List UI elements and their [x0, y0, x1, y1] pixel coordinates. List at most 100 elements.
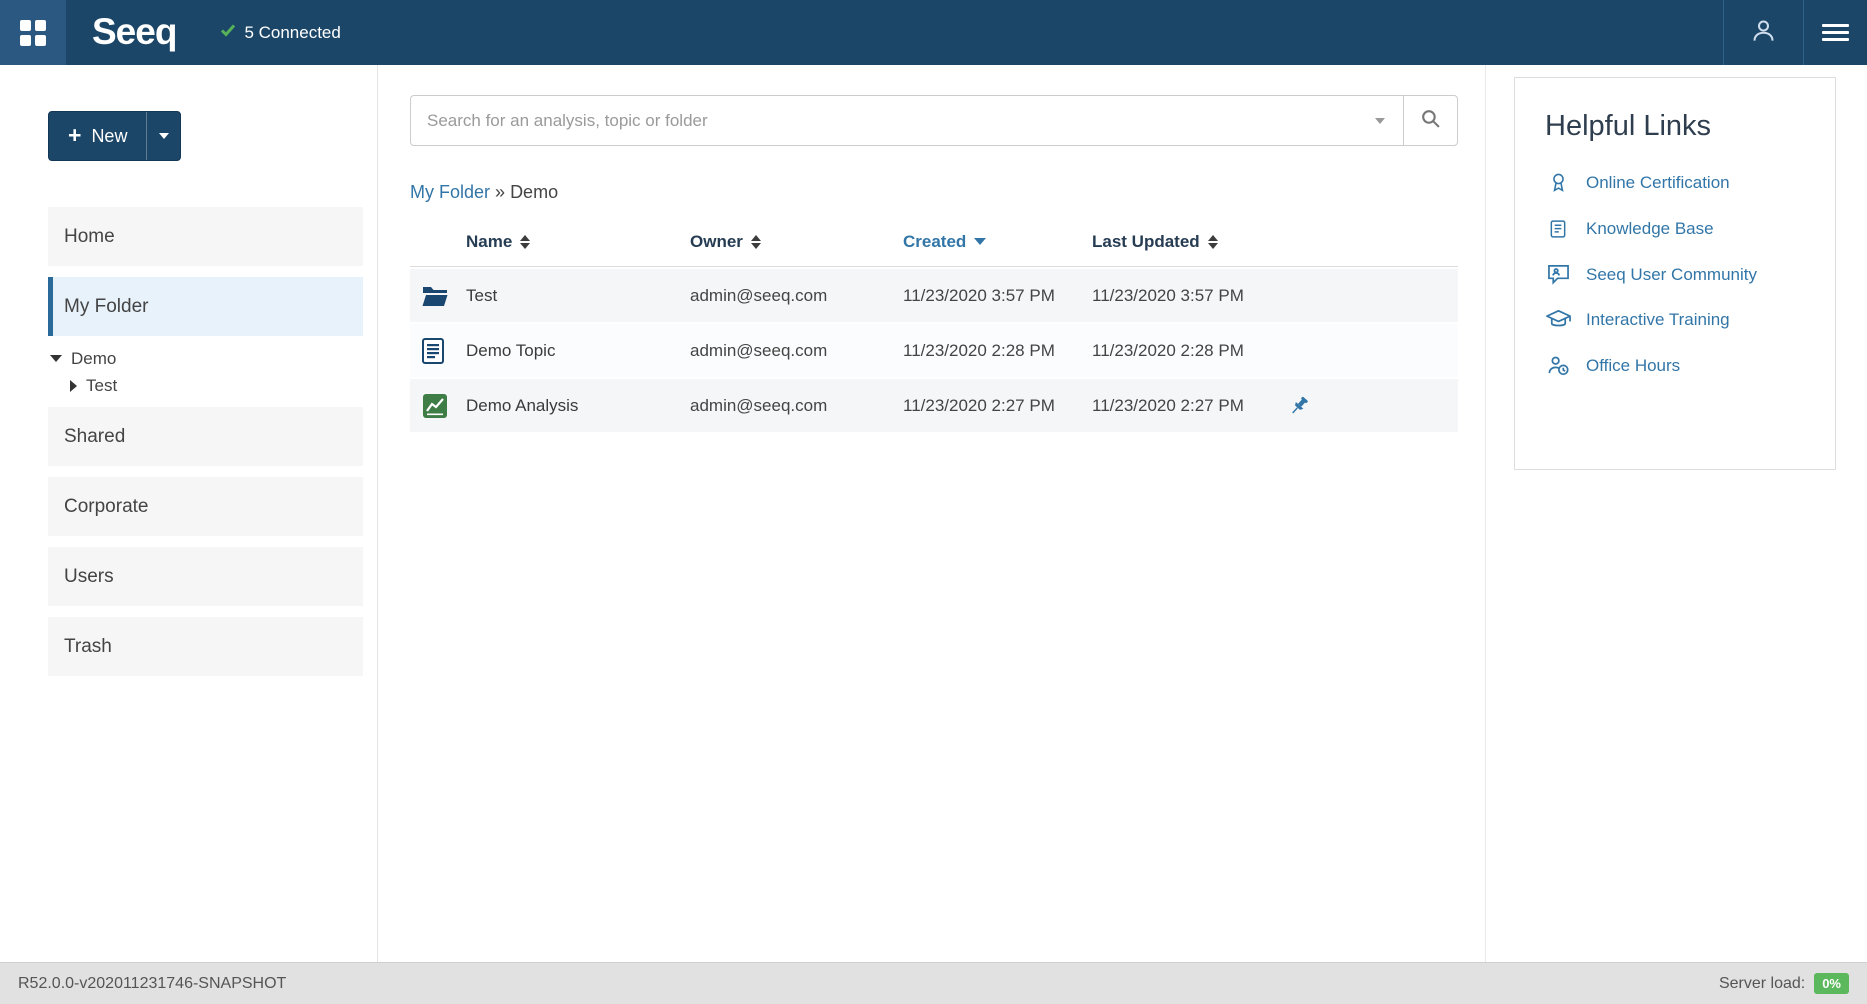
- main-menu-button[interactable]: [1803, 0, 1867, 65]
- seeq-logo[interactable]: Seeq: [92, 0, 176, 65]
- app-grid-icon: [20, 20, 46, 46]
- sidebar-item-home[interactable]: Home: [48, 207, 363, 266]
- item-owner: admin@seeq.com: [690, 396, 903, 416]
- chevron-down-icon[interactable]: [50, 355, 62, 362]
- helpful-links-panel: Helpful Links Online Certification Knowl…: [1514, 77, 1836, 470]
- version-label: R52.0.0-v202011231746-SNAPSHOT: [18, 975, 286, 993]
- server-load-badge: 0%: [1814, 973, 1849, 994]
- link-knowledge-base[interactable]: Knowledge Base: [1545, 218, 1815, 240]
- check-icon: [220, 22, 236, 43]
- sidebar-item-trash[interactable]: Trash: [48, 617, 363, 676]
- items-table: Name Owner Created Last Updated: [410, 217, 1458, 432]
- new-button-label: New: [91, 126, 127, 147]
- sidebar-item-label: My Folder: [64, 296, 148, 318]
- user-icon: [1750, 17, 1777, 49]
- knowledge-base-icon: [1545, 218, 1571, 240]
- item-owner: admin@seeq.com: [690, 341, 903, 361]
- connection-status[interactable]: 5 Connected: [220, 0, 340, 65]
- magnifier-icon: [1420, 108, 1441, 134]
- item-updated: 11/23/2020 3:57 PM: [1092, 286, 1288, 306]
- search-button[interactable]: [1403, 95, 1458, 146]
- chevron-right-icon[interactable]: [70, 380, 77, 392]
- item-owner: admin@seeq.com: [690, 286, 903, 306]
- sort-icon: [520, 235, 530, 249]
- column-label: Created: [903, 232, 966, 252]
- item-name-link[interactable]: Test: [466, 286, 690, 306]
- column-header-owner[interactable]: Owner: [690, 232, 903, 252]
- sidebar-item-shared[interactable]: Shared: [48, 407, 363, 466]
- helpful-links-title: Helpful Links: [1545, 110, 1815, 143]
- item-updated: 11/23/2020 2:27 PM: [1092, 396, 1288, 416]
- connection-status-label: 5 Connected: [244, 23, 340, 43]
- chevron-down-icon: [159, 133, 169, 139]
- link-online-certification[interactable]: Online Certification: [1545, 171, 1815, 194]
- search-bar: [410, 95, 1458, 146]
- item-name-link[interactable]: Demo Analysis: [466, 396, 690, 416]
- sidebar-item-label: Trash: [64, 636, 112, 658]
- sidebar: + New Home My Folder Demo Test Shared: [0, 65, 378, 962]
- table-body: Test admin@seeq.com 11/23/2020 3:57 PM 1…: [410, 269, 1458, 432]
- analysis-icon: [410, 393, 466, 419]
- table-row[interactable]: Demo Topic admin@seeq.com 11/23/2020 2:2…: [410, 324, 1458, 377]
- column-header-created[interactable]: Created: [903, 232, 1092, 252]
- sidebar-item-label: Users: [64, 566, 114, 588]
- chevron-down-icon[interactable]: [1375, 118, 1385, 124]
- training-icon: [1545, 309, 1571, 330]
- tree-item-test[interactable]: Test: [50, 372, 363, 399]
- pin-icon[interactable]: [1288, 395, 1458, 417]
- sort-icon: [751, 235, 761, 249]
- column-label: Last Updated: [1092, 232, 1200, 252]
- office-hours-icon: [1545, 354, 1571, 377]
- link-label: Knowledge Base: [1586, 219, 1714, 239]
- link-label: Seeq User Community: [1586, 265, 1757, 285]
- item-name-link[interactable]: Demo Topic: [466, 341, 690, 361]
- folder-icon: [410, 285, 466, 307]
- tree-item-demo[interactable]: Demo: [50, 345, 363, 372]
- link-label: Office Hours: [1586, 356, 1680, 376]
- sort-icon: [1208, 235, 1218, 249]
- user-profile-button[interactable]: [1723, 0, 1803, 65]
- link-seeq-user-community[interactable]: Seeq User Community: [1545, 264, 1815, 285]
- item-created: 11/23/2020 2:28 PM: [903, 341, 1092, 361]
- table-row[interactable]: Demo Analysis admin@seeq.com 11/23/2020 …: [410, 379, 1458, 432]
- app-launcher-button[interactable]: [0, 0, 66, 65]
- column-header-last-updated[interactable]: Last Updated: [1092, 232, 1288, 252]
- table-header-row: Name Owner Created Last Updated: [410, 217, 1458, 267]
- sidebar-item-label: Corporate: [64, 496, 149, 518]
- breadcrumb-root-link[interactable]: My Folder: [410, 182, 490, 202]
- sort-desc-icon: [974, 238, 986, 245]
- topic-icon: [410, 338, 466, 364]
- link-interactive-training[interactable]: Interactive Training: [1545, 309, 1815, 330]
- new-button[interactable]: + New: [49, 112, 146, 160]
- tree-item-label: Test: [86, 376, 117, 396]
- sidebar-item-label: Home: [64, 226, 115, 248]
- new-dropdown-toggle[interactable]: [146, 112, 180, 160]
- server-load-label: Server load:: [1719, 975, 1805, 993]
- link-office-hours[interactable]: Office Hours: [1545, 354, 1815, 377]
- tree-item-label: Demo: [71, 349, 116, 369]
- top-bar: Seeq 5 Connected: [0, 0, 1867, 65]
- sidebar-nav: Home My Folder Demo Test Shared Corporat…: [48, 207, 363, 687]
- sidebar-item-users[interactable]: Users: [48, 547, 363, 606]
- column-header-name[interactable]: Name: [466, 232, 690, 252]
- sidebar-item-corporate[interactable]: Corporate: [48, 477, 363, 536]
- plus-icon: +: [68, 124, 81, 147]
- column-label: Owner: [690, 232, 743, 252]
- link-label: Interactive Training: [1586, 310, 1730, 330]
- item-created: 11/23/2020 3:57 PM: [903, 286, 1092, 306]
- search-input[interactable]: [410, 95, 1403, 146]
- community-icon: [1545, 264, 1571, 285]
- status-bar: R52.0.0-v202011231746-SNAPSHOT Server lo…: [0, 962, 1867, 1004]
- content-divider: [1485, 65, 1486, 962]
- column-label: Name: [466, 232, 512, 252]
- folder-tree: Demo Test: [50, 345, 363, 399]
- item-updated: 11/23/2020 2:28 PM: [1092, 341, 1288, 361]
- breadcrumb-current: Demo: [510, 182, 558, 202]
- certificate-icon: [1545, 171, 1571, 194]
- sidebar-item-label: Shared: [64, 426, 125, 448]
- hamburger-icon: [1822, 20, 1849, 45]
- breadcrumb-separator: »: [495, 182, 505, 202]
- item-created: 11/23/2020 2:27 PM: [903, 396, 1092, 416]
- table-row[interactable]: Test admin@seeq.com 11/23/2020 3:57 PM 1…: [410, 269, 1458, 322]
- sidebar-item-my-folder[interactable]: My Folder: [48, 277, 363, 336]
